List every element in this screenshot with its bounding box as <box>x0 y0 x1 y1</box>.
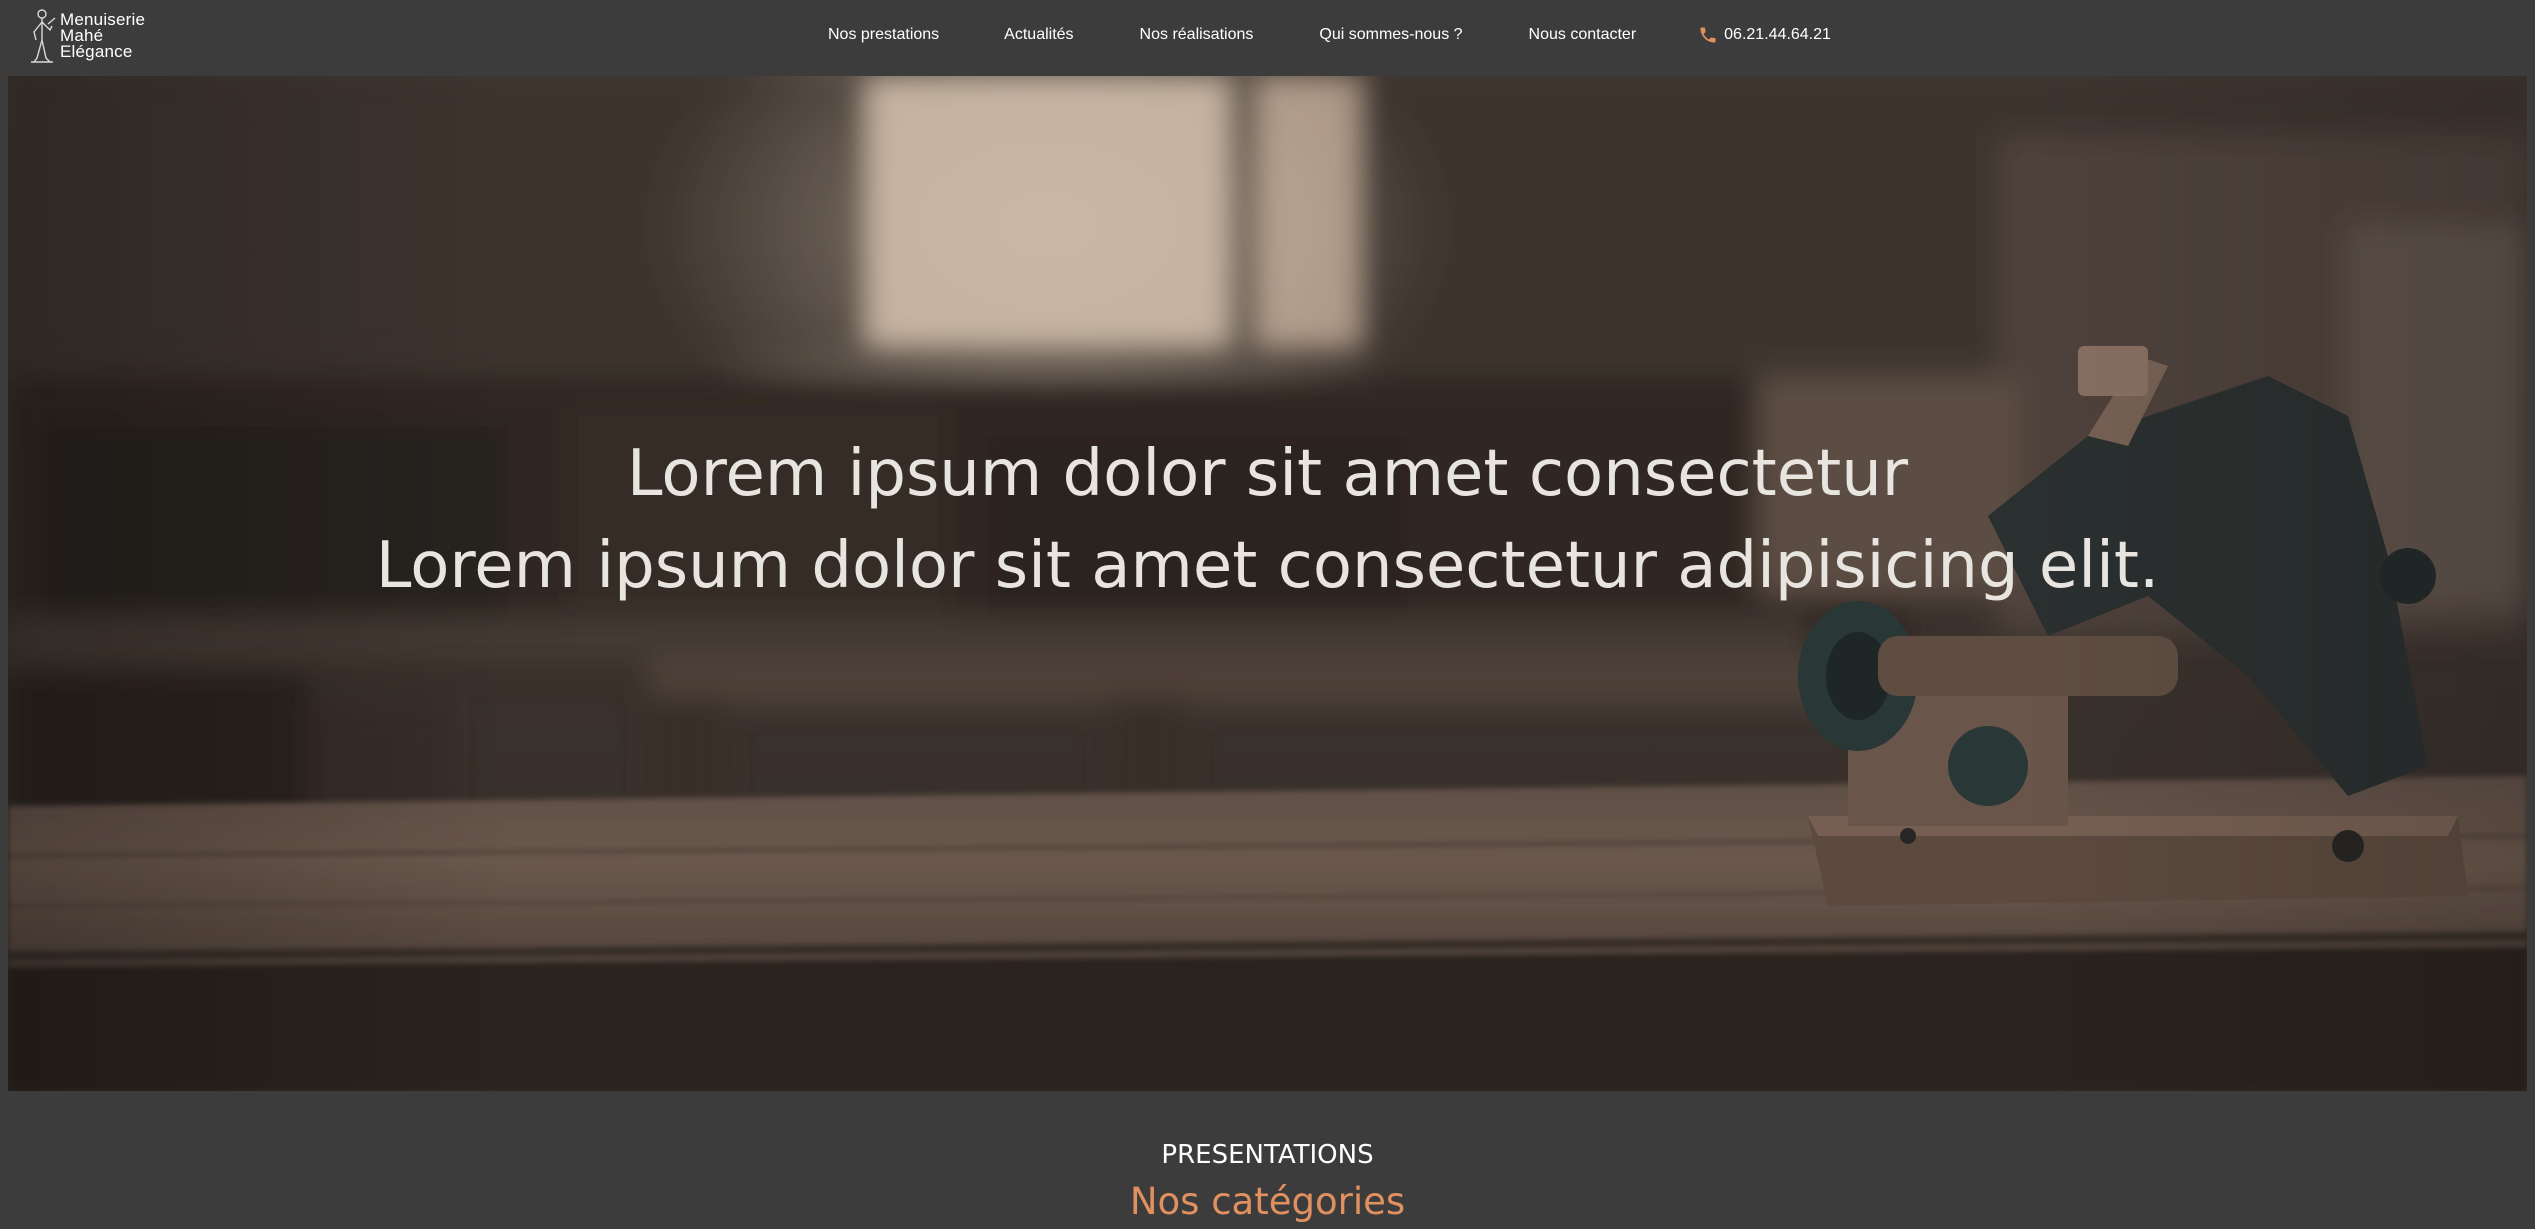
brand-name: Menuiserie Mahé Elégance <box>60 11 145 61</box>
hero-line-1: Lorem ipsum dolor sit amet consectetur <box>626 437 1909 511</box>
hero-heading: Lorem ipsum dolor sit amet consectetur L… <box>8 428 2527 612</box>
categories-section-header: PRESENTATIONS Nos catégories <box>0 1135 2535 1229</box>
hero-banner: Lorem ipsum dolor sit amet consectetur L… <box>8 76 2527 1091</box>
phone-link[interactable]: 06.21.44.64.21 <box>1698 25 1831 45</box>
brand-line-3: Elégance <box>60 42 133 61</box>
nav-link-actualites[interactable]: Actualités <box>1004 26 1073 44</box>
nav-link-qui-sommes-nous[interactable]: Qui sommes-nous ? <box>1319 26 1462 44</box>
main-nav: Nos prestations Actualités Nos réalisati… <box>828 0 1831 70</box>
section-title: Nos catégories <box>1129 1180 1406 1223</box>
hero-line-2: Lorem ipsum dolor sit amet consectetur a… <box>375 529 2160 603</box>
nav-link-realisations[interactable]: Nos réalisations <box>1140 26 1254 44</box>
top-navbar: Menuiserie Mahé Elégance Nos prestations… <box>0 0 2535 76</box>
phone-icon <box>1700 27 1716 43</box>
nav-link-prestations[interactable]: Nos prestations <box>828 26 939 44</box>
nav-link-contact[interactable]: Nous contacter <box>1529 26 1637 44</box>
brand-logo-link[interactable]: Menuiserie Mahé Elégance <box>28 6 145 66</box>
section-kicker: PRESENTATIONS <box>1161 1140 1374 1170</box>
phone-number: 06.21.44.64.21 <box>1724 26 1831 43</box>
craftsman-figure-icon <box>31 9 56 63</box>
